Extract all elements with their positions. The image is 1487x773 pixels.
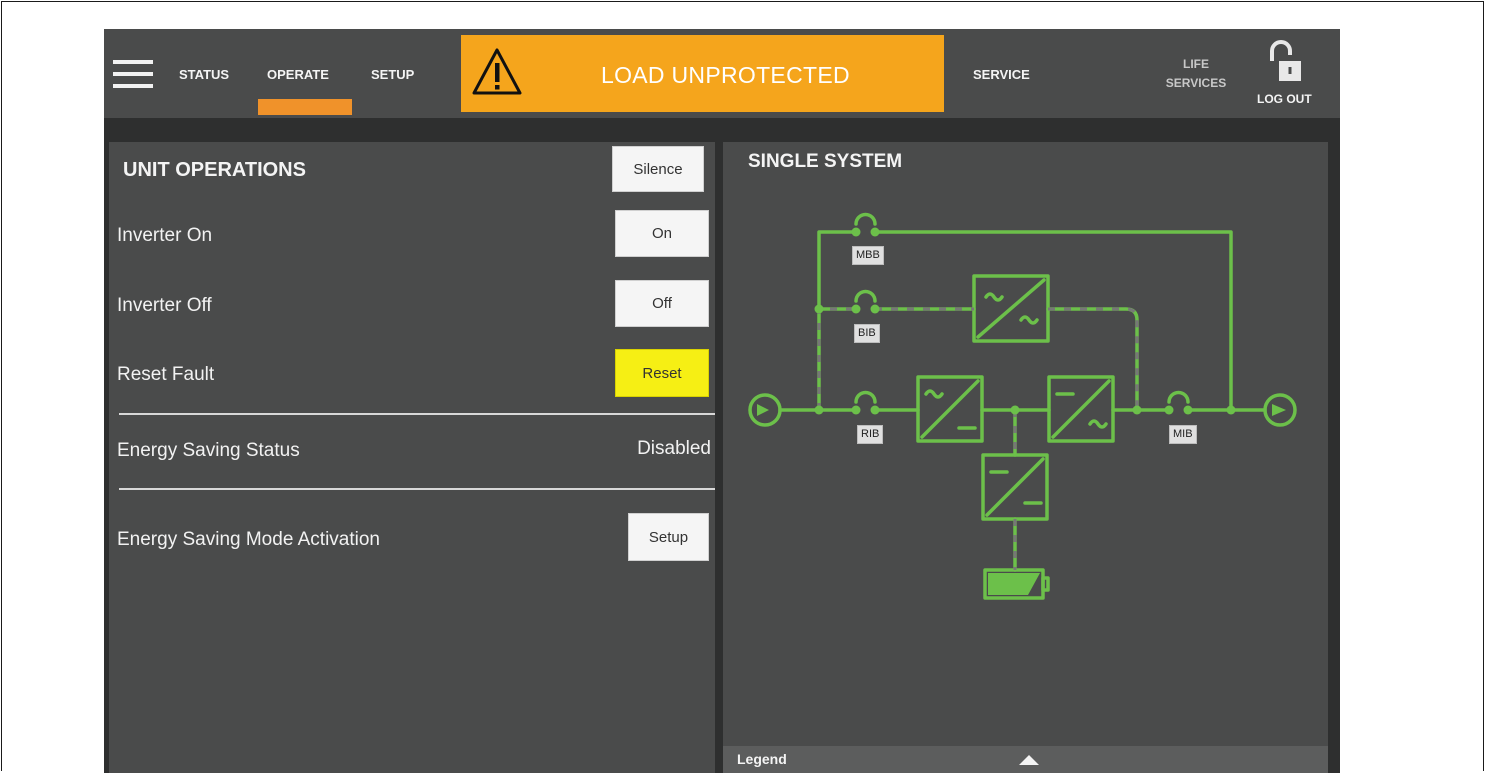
logout-button[interactable]: LOG OUT [1257,92,1312,106]
mib-tag: MIB [1169,425,1197,444]
ups-screen: STATUS OPERATE SETUP LOAD UNPROTECTED SE… [104,29,1340,773]
output-arrow-icon [1272,404,1286,416]
input-arrow-icon [757,404,769,416]
alarm-message: LOAD UNPROTECTED [601,62,850,88]
warning-icon [472,48,522,95]
static-switch-ac-symbol [1019,315,1039,325]
load-unprotected-alarm[interactable]: LOAD UNPROTECTED [461,35,944,112]
rectifier-ac-symbol [924,389,944,399]
tab-life-services[interactable]: LIFE SERVICES [1156,55,1236,93]
inverter-off-button[interactable]: Off [615,280,709,327]
inverter-slash [1051,379,1111,439]
unit-operations-title: UNIT OPERATIONS [123,159,306,181]
chevron-up-icon[interactable] [1017,752,1041,766]
unlock-icon[interactable] [1267,39,1305,83]
dc-converter-slash [985,457,1045,517]
divider [119,488,715,490]
active-tab-indicator [258,99,352,115]
maintenance-bypass-line [817,230,858,412]
unit-operations-panel: UNIT OPERATIONS Silence Inverter On On I… [109,142,715,773]
menu-icon[interactable] [113,60,153,90]
energy-saving-setup-button[interactable]: Setup [628,513,709,561]
rib-breaker [854,390,877,404]
single-system-panel: SINGLE SYSTEM MBB BIB RIB MIB Legend [723,142,1328,773]
legend-bar[interactable]: Legend [723,746,1328,773]
energy-saving-mode-label: Energy Saving Mode Activation [117,529,380,550]
tab-service[interactable]: SERVICE [973,67,1030,82]
top-nav-bar: STATUS OPERATE SETUP LOAD UNPROTECTED SE… [104,29,1340,118]
battery-terminal [1041,576,1050,592]
tab-setup[interactable]: SETUP [371,67,414,82]
inverter-on-label: Inverter On [117,225,213,246]
bib-breaker [854,289,877,303]
mib-breaker [1167,390,1190,404]
reset-fault-label: Reset Fault [117,364,215,385]
energy-saving-status-value: Disabled [637,438,711,459]
static-switch-slash [976,278,1046,339]
rib-tag: RIB [857,425,884,444]
one-line-diagram [748,212,1297,600]
mbb-breaker [854,212,877,226]
divider [119,413,715,415]
inverter-on-button[interactable]: On [615,210,709,257]
reset-button[interactable]: Reset [615,349,709,397]
silence-button[interactable]: Silence [612,146,704,192]
battery-charge-fill [988,573,1040,595]
energy-saving-status-label: Energy Saving Status [117,440,300,461]
static-switch-ac-symbol [984,292,1004,302]
legend-label: Legend [737,751,787,767]
tab-operate[interactable]: OPERATE [267,67,329,82]
inverter-ac-symbol [1088,419,1108,429]
bib-tag: BIB [854,324,880,343]
maintenance-bypass-line [873,230,1233,412]
mbb-tag: MBB [852,246,884,265]
tab-status[interactable]: STATUS [179,67,229,82]
inverter-off-label: Inverter Off [117,295,212,316]
